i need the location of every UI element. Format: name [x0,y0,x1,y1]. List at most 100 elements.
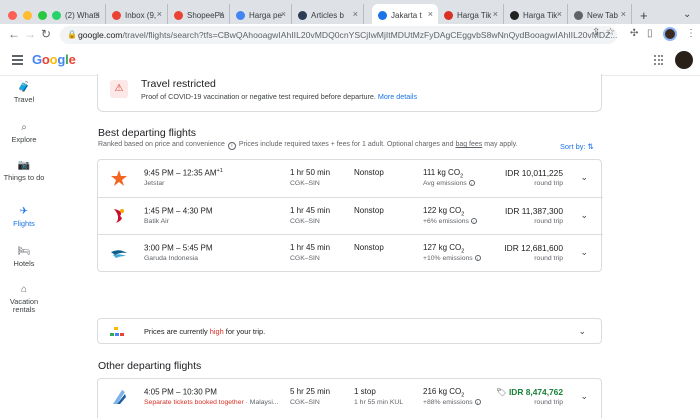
sidebar-item-travel[interactable]: 🧳 Travel [0,82,48,104]
browser-tab[interactable]: Harga Tik × [438,4,504,26]
more-details-link[interactable]: More details [378,92,417,101]
lock-icon[interactable]: 🔒 [67,26,77,44]
google-icon [236,10,245,20]
browser-menu-icon[interactable]: ⋮ [686,28,696,39]
flight-duration: 5 hr 25 min [290,387,331,396]
emissions-label: +88% emissions i [423,399,481,406]
app-header: Google [0,46,700,76]
minimize-window-button[interactable] [23,11,32,20]
close-tab-icon[interactable]: × [621,9,626,19]
close-tab-icon[interactable]: × [353,9,358,19]
site-icon [298,10,307,20]
sidebar: 🧳 Travel ⌕ Explore 📷 Things to do ✈ Flights 🛏 Hot… [0,76,50,393]
tab-strip: (2) Whats × Inbox (9, × ShopeePa × Harga pe × Ar… [0,4,700,26]
flight-times: 1:45 PM – 4:30 PM [144,206,213,216]
best-flights-heading: Best departing flights [98,127,197,139]
back-icon[interactable]: ← [8,27,20,41]
browser-tab[interactable]: ShopeePa × [168,4,230,26]
batik-air-logo [114,209,124,223]
layover-detail: 1 hr 55 min KUL [354,399,404,406]
chevron-down-icon[interactable]: ⌄ [580,210,588,221]
tab-search-icon[interactable]: ⌄ [683,9,691,20]
close-tab-icon[interactable]: × [281,9,286,19]
close-tab-icon[interactable]: × [557,9,562,19]
sidebar-item-explore[interactable]: ⌕ Explore [0,123,48,144]
other-flights-list: 4:05 PM – 10:30 PM Separate tickets booke… [97,378,602,418]
bag-fees-link[interactable]: bag fees [455,141,482,148]
flights-icon [378,10,387,20]
extensions-icon[interactable]: ✣ [630,28,638,39]
browser-tab[interactable]: Harga Tik × [504,4,568,26]
profile-avatar[interactable] [663,27,677,41]
side-panel-icon[interactable]: ▯ [647,28,653,39]
chrome-icon [574,10,583,20]
house-icon: ⌂ [20,284,28,295]
browser-tab[interactable]: New Tab × [568,4,632,26]
close-tab-icon[interactable]: × [219,9,224,19]
best-flights-subtitle: Ranked based on price and convenience i Pr… [98,141,518,150]
browser-tab[interactable]: (2) Whats × [46,4,106,26]
sidebar-item-flights[interactable]: ✈ Flights [0,207,48,228]
co2-amount: 127 kg CO2 [423,243,465,255]
new-tab-button[interactable]: + [640,8,648,23]
trip-type: round trip [534,180,563,187]
co2-amount: 111 kg CO2 [423,168,464,180]
flight-row[interactable]: 4:05 PM – 10:30 PM Separate tickets booke… [98,379,603,416]
info-icon[interactable]: i [468,180,475,186]
airline-name: Garuda Indonesia [144,255,199,262]
flight-duration: 1 hr 50 min [290,168,331,177]
close-tab-icon[interactable]: × [95,9,100,19]
apps-grid-icon[interactable] [654,55,664,65]
flights-page: Google 🧳 Travel ⌕ Explore 📷 Things to do ✈ Flig… [0,46,700,418]
price-tag-icon: 🏷 [496,387,509,397]
share-icon[interactable]: ⇪ [592,27,600,38]
info-icon[interactable]: i [474,255,481,261]
menu-icon[interactable] [12,55,23,67]
info-icon[interactable]: i [227,142,236,150]
emissions-label: +10% emissions i [423,255,481,262]
travel-restriction-card: ⚠ Travel restricted Proof of COVID-19 va… [97,74,602,112]
account-avatar[interactable] [675,51,693,69]
restriction-text: Proof of COVID-19 vaccination or negativ… [141,92,418,101]
reload-icon[interactable]: ↻ [41,27,51,41]
sidebar-item-vacation-rentals[interactable]: ⌂ Vacation rentals [0,284,48,315]
luggage-icon: 🧳 [17,82,31,93]
camera-icon: 📷 [17,160,31,171]
browser-tab[interactable]: Harga pe × [230,4,292,26]
malaysia-airlines-logo [113,390,126,404]
info-icon[interactable]: i [474,399,481,405]
flight-route: CGK–SIN [290,180,320,187]
close-tab-icon[interactable]: × [157,9,162,19]
flight-times: 9:45 PM – 12:35 AM+1 [144,168,223,178]
close-window-button[interactable] [8,11,17,20]
price-level-icon [110,327,124,336]
flight-stops: Nonstop [354,206,384,215]
chevron-down-icon[interactable]: ⌄ [580,247,588,258]
bed-icon: 🛏 [17,246,31,257]
trip-type: round trip [534,399,563,406]
browser-tab[interactable]: Inbox (9, × [106,4,168,26]
flight-row[interactable]: 9:45 PM – 12:35 AM+1 Jetstar 1 hr 50 min CG… [98,160,603,197]
bookmark-star-icon[interactable]: ☆ [606,27,615,38]
google-logo[interactable]: Google [32,52,76,67]
address-bar[interactable]: 🔒 google.com/travel/flights/search?tfs=CB… [60,26,617,44]
price-insight-card[interactable]: Prices are currently high for your trip.… [97,318,602,344]
sidebar-item-hotels[interactable]: 🛏 Hotels [0,246,48,268]
forward-icon[interactable]: → [24,27,36,41]
emissions-label: Avg emissions i [423,180,475,187]
flight-times: 3:00 PM – 5:45 PM [144,243,213,253]
flight-row[interactable]: 3:00 PM – 5:45 PM Garuda Indonesia 1 hr 45… [98,234,603,271]
chevron-down-icon[interactable]: ⌄ [578,326,586,337]
flight-route: CGK–SIN [290,218,320,225]
chevron-down-icon[interactable]: ⌄ [580,172,588,183]
close-tab-icon[interactable]: × [493,9,498,19]
browser-tab[interactable]: Jakarta t × [372,4,438,26]
close-tab-icon[interactable]: × [428,9,433,19]
sidebar-item-things-to-do[interactable]: 📷 Things to do [0,160,48,182]
airline-icon [444,10,453,20]
warning-icon: ⚠ [110,80,128,98]
info-icon[interactable]: i [470,218,477,224]
flight-row[interactable]: 1:45 PM – 4:30 PM Batik Air 1 hr 45 min CGK… [98,197,603,234]
browser-tab[interactable]: Articles b × [292,4,364,26]
sort-by-button[interactable]: Sort by: ⇅ [560,142,594,151]
